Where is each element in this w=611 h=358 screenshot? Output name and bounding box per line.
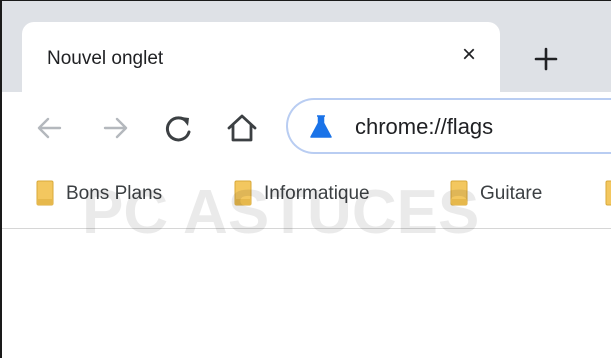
arrow-right-icon[interactable]: [95, 108, 135, 148]
bookmarks-bar: Bons Plans Informatique Guitare: [2, 164, 611, 228]
page-content: [2, 229, 611, 358]
folder-icon: [234, 180, 252, 206]
folder-icon: [36, 180, 54, 206]
bookmark-label: Guitare: [480, 183, 543, 204]
flask-icon: [310, 115, 332, 138]
close-icon[interactable]: ×: [454, 40, 484, 70]
address-bar[interactable]: chrome://flags: [286, 98, 611, 154]
toolbar: chrome://flags: [2, 92, 611, 164]
home-icon[interactable]: [222, 108, 262, 148]
tab-nouvel-onglet[interactable]: Nouvel onglet ×: [22, 22, 500, 92]
tab-title: Nouvel onglet: [47, 48, 164, 69]
url-text: chrome://flags: [355, 114, 494, 139]
browser-window: Nouvel onglet × chrome://flags Bons Plan…: [0, 0, 611, 358]
tab-strip: Nouvel onglet ×: [2, 1, 611, 92]
folder-icon: [605, 180, 611, 206]
plus-icon[interactable]: [528, 41, 564, 77]
folder-icon: [450, 180, 468, 206]
bookmark-label: Informatique: [264, 183, 370, 204]
arrow-left-icon[interactable]: [30, 108, 70, 148]
bookmark-label: Bons Plans: [66, 183, 163, 204]
reload-icon[interactable]: [159, 108, 199, 148]
